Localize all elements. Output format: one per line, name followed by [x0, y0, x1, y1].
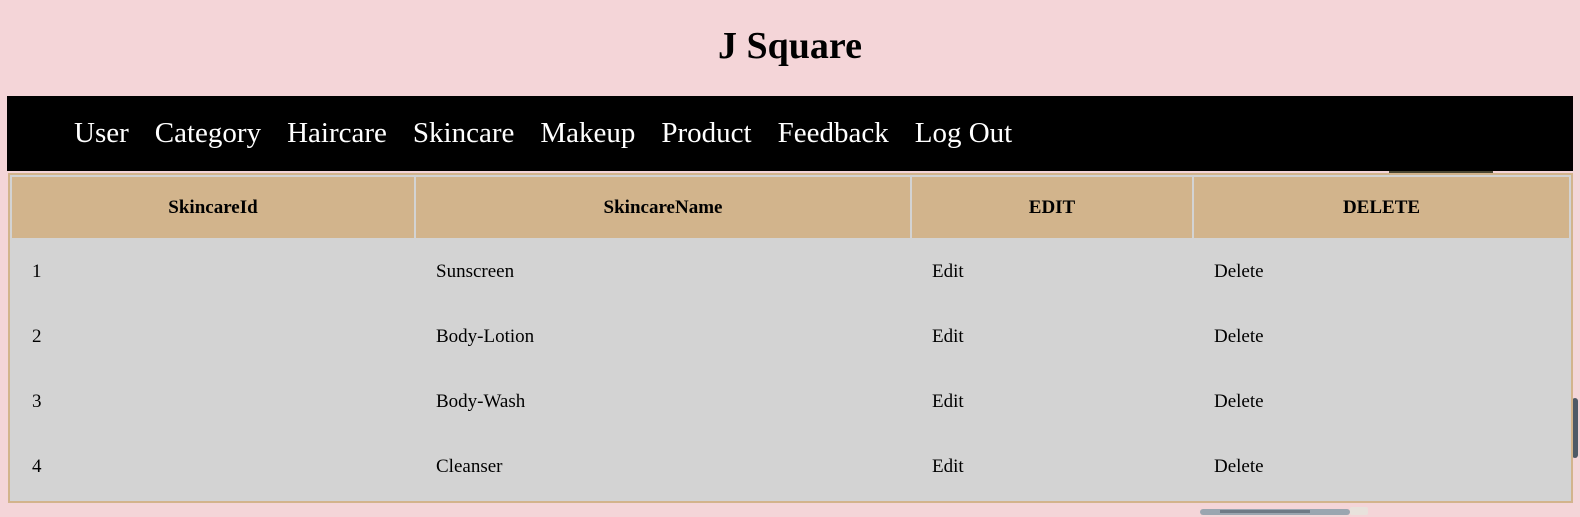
table-row: 1 Sunscreen Edit Delete: [12, 240, 1569, 304]
cell-delete: Delete: [1194, 305, 1569, 369]
cell-delete: Delete: [1194, 435, 1569, 499]
nav-item-skincare[interactable]: Skincare: [413, 96, 514, 171]
cell-edit: Edit: [912, 305, 1192, 369]
cell-edit: Edit: [912, 370, 1192, 434]
cell-skincare-id: 3: [12, 370, 414, 434]
nav-item-user[interactable]: User: [74, 96, 129, 171]
delete-link[interactable]: Delete: [1214, 391, 1264, 412]
table-header-row: SkincareId SkincareName EDIT DELETE: [12, 177, 1569, 238]
table-row: 4 Cleanser Edit Delete: [12, 435, 1569, 499]
edit-link[interactable]: Edit: [932, 261, 964, 282]
page-title: J Square: [718, 25, 862, 67]
nav-item-product[interactable]: Product: [661, 96, 751, 171]
nav-list: User Category Haircare Skincare Makeup P…: [7, 96, 1573, 171]
cell-edit: Edit: [912, 240, 1192, 304]
nav-item-makeup[interactable]: Makeup: [540, 96, 635, 171]
skincare-table: SkincareId SkincareName EDIT DELETE 1 Su…: [10, 175, 1571, 501]
cell-edit: Edit: [912, 435, 1192, 499]
cell-skincare-name: Body-Lotion: [416, 305, 910, 369]
cell-skincare-name: Body-Wash: [416, 370, 910, 434]
delete-link[interactable]: Delete: [1214, 456, 1264, 477]
edit-link[interactable]: Edit: [932, 456, 964, 477]
column-header-edit: EDIT: [912, 177, 1192, 238]
makeup-brush-image: [1200, 507, 1368, 515]
table-row: 3 Body-Wash Edit Delete: [12, 370, 1569, 434]
column-header-delete: DELETE: [1194, 177, 1569, 238]
cell-skincare-id: 2: [12, 305, 414, 369]
cell-delete: Delete: [1194, 370, 1569, 434]
cell-skincare-name: Cleanser: [416, 435, 910, 499]
cell-skincare-id: 1: [12, 240, 414, 304]
nav-item-category[interactable]: Category: [155, 96, 261, 171]
delete-link[interactable]: Delete: [1214, 326, 1264, 347]
cell-skincare-id: 4: [12, 435, 414, 499]
column-header-skincare-id: SkincareId: [12, 177, 414, 238]
edit-link[interactable]: Edit: [932, 391, 964, 412]
nav-item-haircare[interactable]: Haircare: [287, 96, 387, 171]
nav-item-feedback[interactable]: Feedback: [778, 96, 889, 171]
nav-item-logout[interactable]: Log Out: [915, 96, 1012, 171]
main-navbar: User Category Haircare Skincare Makeup P…: [7, 96, 1573, 171]
skincare-table-container: SkincareId SkincareName EDIT DELETE 1 Su…: [8, 173, 1573, 503]
delete-link[interactable]: Delete: [1214, 261, 1264, 282]
edit-link[interactable]: Edit: [932, 326, 964, 347]
column-header-skincare-name: SkincareName: [416, 177, 910, 238]
cell-delete: Delete: [1194, 240, 1569, 304]
cell-skincare-name: Sunscreen: [416, 240, 910, 304]
table-row: 2 Body-Lotion Edit Delete: [12, 305, 1569, 369]
